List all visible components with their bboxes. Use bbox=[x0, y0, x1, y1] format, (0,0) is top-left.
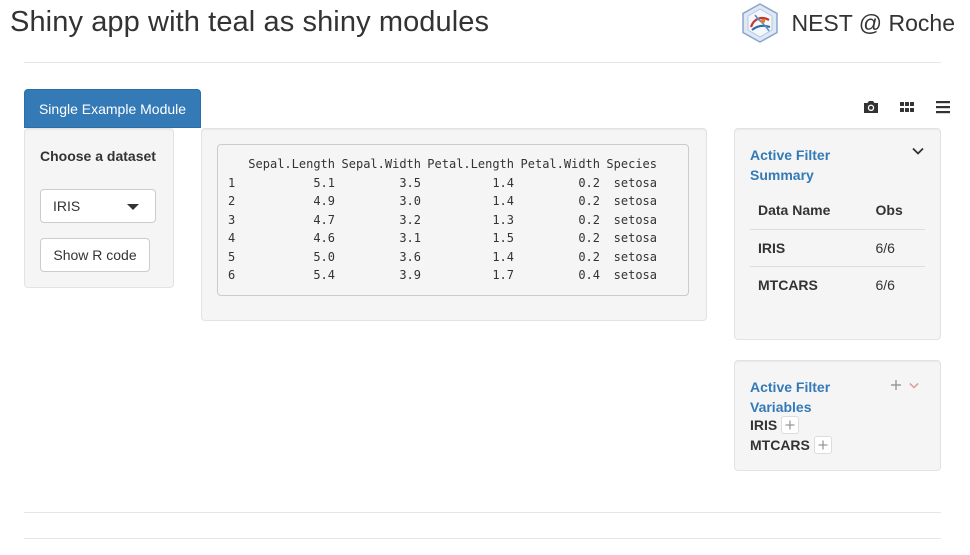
table-header: Petal.Width bbox=[520, 157, 600, 172]
table-header-index bbox=[228, 155, 242, 174]
table-cell: 6/6 bbox=[875, 276, 895, 293]
chevron-down-icon[interactable] bbox=[912, 147, 924, 155]
table-header: Obs bbox=[867, 192, 925, 230]
dataset-head-output: Sepal.Length Sepal.Width Petal.Length Pe… bbox=[217, 144, 689, 296]
table-header-row: Data Name Obs bbox=[750, 192, 925, 230]
dataset-select-value: IRIS bbox=[53, 198, 81, 214]
plus-icon bbox=[785, 420, 795, 430]
table-header: Sepal.Length bbox=[248, 157, 335, 172]
table-cell: 4 bbox=[228, 231, 236, 246]
table-cell: 4.7 bbox=[313, 212, 335, 227]
table-cell: IRIS bbox=[750, 229, 868, 267]
plus-icon bbox=[818, 440, 828, 450]
dataset-label: Choose a dataset bbox=[40, 148, 156, 164]
brand-text: NEST @ Roche bbox=[791, 9, 955, 36]
grid-icon[interactable] bbox=[898, 98, 916, 116]
divider-top bbox=[24, 62, 941, 63]
table-header-row: Sepal.Length Sepal.Width Petal.Length Pe… bbox=[228, 155, 657, 174]
table-header: Species bbox=[606, 157, 657, 172]
table-cell: 1.4 bbox=[492, 175, 514, 190]
divider-footer bbox=[24, 538, 941, 539]
table-cell: setosa bbox=[613, 194, 657, 209]
table-cell: 3.0 bbox=[399, 194, 421, 209]
table-row: 4 4.6 3.1 1.5 0.2 setosa bbox=[228, 229, 657, 248]
table-cell: 1.7 bbox=[492, 268, 514, 283]
table-row: 2 4.9 3.0 1.4 0.2 setosa bbox=[228, 192, 657, 211]
table-cell: setosa bbox=[613, 249, 657, 264]
table-cell: setosa bbox=[613, 212, 657, 227]
table-cell: 1.5 bbox=[492, 231, 514, 246]
table-cell: 0.2 bbox=[578, 194, 600, 209]
table-cell: 0.2 bbox=[578, 175, 600, 190]
table-cell: 5.4 bbox=[313, 268, 335, 283]
chevron-down-icon[interactable] bbox=[909, 382, 919, 389]
table-row: 5 5.0 3.6 1.4 0.2 setosa bbox=[228, 248, 657, 267]
dataset-select[interactable]: IRIS bbox=[40, 189, 156, 223]
table-row: 1 5.1 3.5 1.4 0.2 setosa bbox=[228, 174, 657, 193]
dataset-name: IRIS bbox=[750, 417, 778, 433]
output-panel: Sepal.Length Sepal.Width Petal.Length Pe… bbox=[201, 128, 707, 321]
table-cell: setosa bbox=[613, 175, 657, 190]
table-row: MTCARS 6/6 bbox=[750, 266, 925, 303]
table-cell: setosa bbox=[613, 268, 657, 283]
table-cell: 2 bbox=[228, 194, 236, 209]
table-cell: 1.4 bbox=[492, 249, 514, 264]
table-cell: setosa bbox=[613, 231, 657, 246]
plus-icon[interactable] bbox=[890, 379, 902, 391]
tab-single-example-module[interactable]: Single Example Module bbox=[24, 89, 201, 128]
toolbar bbox=[862, 98, 952, 116]
table-cell: 3.6 bbox=[399, 249, 421, 264]
nest-hex-logo-icon bbox=[742, 3, 779, 43]
divider-bottom bbox=[24, 512, 941, 513]
filter-summary-panel: Active Filter Summary Data Name Obs IRIS… bbox=[734, 128, 941, 340]
table-cell: 6/6 bbox=[867, 229, 925, 267]
table-cell: 3.1 bbox=[399, 231, 421, 246]
table-cell: 3.5 bbox=[399, 175, 421, 190]
filter-summary-title[interactable]: Active Filter Summary bbox=[750, 145, 880, 185]
brand: NEST @ Roche bbox=[740, 3, 955, 43]
caret-down-icon bbox=[127, 204, 139, 210]
table-cell: 4.9 bbox=[313, 194, 335, 209]
table-cell: 3.2 bbox=[399, 212, 421, 227]
table-cell: 3.9 bbox=[399, 268, 421, 283]
table-row: 6 5.4 3.9 1.7 0.4 setosa bbox=[228, 266, 657, 285]
table-cell: 0.2 bbox=[578, 231, 600, 246]
add-filter-button[interactable] bbox=[813, 436, 832, 454]
table-row: IRIS 6/6 bbox=[750, 229, 925, 267]
table-header: Data Name bbox=[750, 192, 868, 230]
table-cell: 0.4 bbox=[578, 268, 600, 283]
table-row: 3 4.7 3.2 1.3 0.2 setosa bbox=[228, 211, 657, 230]
table-cell: 5.1 bbox=[313, 175, 335, 190]
add-filter-button[interactable] bbox=[781, 416, 800, 434]
filter-dataset-mtcars: MTCARS bbox=[750, 436, 832, 454]
show-r-code-button[interactable]: Show R code bbox=[40, 238, 150, 272]
dataset-name: MTCARS bbox=[750, 437, 810, 453]
table-cell: 5.0 bbox=[313, 249, 335, 264]
menu-icon[interactable] bbox=[934, 98, 952, 116]
filter-variables-title[interactable]: Active Filter Variables bbox=[750, 377, 860, 417]
camera-icon[interactable] bbox=[862, 98, 880, 116]
dataset-head-table: Sepal.Length Sepal.Width Petal.Length Pe… bbox=[228, 155, 657, 285]
table-header: Sepal.Width bbox=[341, 157, 421, 172]
table-header: Petal.Length bbox=[427, 157, 514, 172]
table-cell: 0.2 bbox=[578, 212, 600, 227]
table-cell: 6 bbox=[228, 268, 236, 283]
filter-summary-table: Data Name Obs IRIS 6/6 MTCARS 6/6 bbox=[750, 192, 925, 303]
table-cell: MTCARS bbox=[758, 276, 818, 293]
app-title: Shiny app with teal as shiny modules bbox=[10, 6, 490, 38]
table-cell: 4.6 bbox=[313, 231, 335, 246]
table-cell: 5 bbox=[228, 249, 236, 264]
table-cell: 3 bbox=[228, 212, 236, 227]
table-cell: 0.2 bbox=[578, 249, 600, 264]
table-cell: 1 bbox=[228, 175, 236, 190]
encoding-panel: Choose a dataset IRIS Show R code bbox=[24, 128, 174, 288]
filter-dataset-iris: IRIS bbox=[750, 416, 800, 434]
filter-variables-panel: Active Filter Variables IRIS MTCARS bbox=[734, 360, 941, 471]
table-cell: 1.3 bbox=[492, 212, 514, 227]
table-cell: 1.4 bbox=[492, 194, 514, 209]
